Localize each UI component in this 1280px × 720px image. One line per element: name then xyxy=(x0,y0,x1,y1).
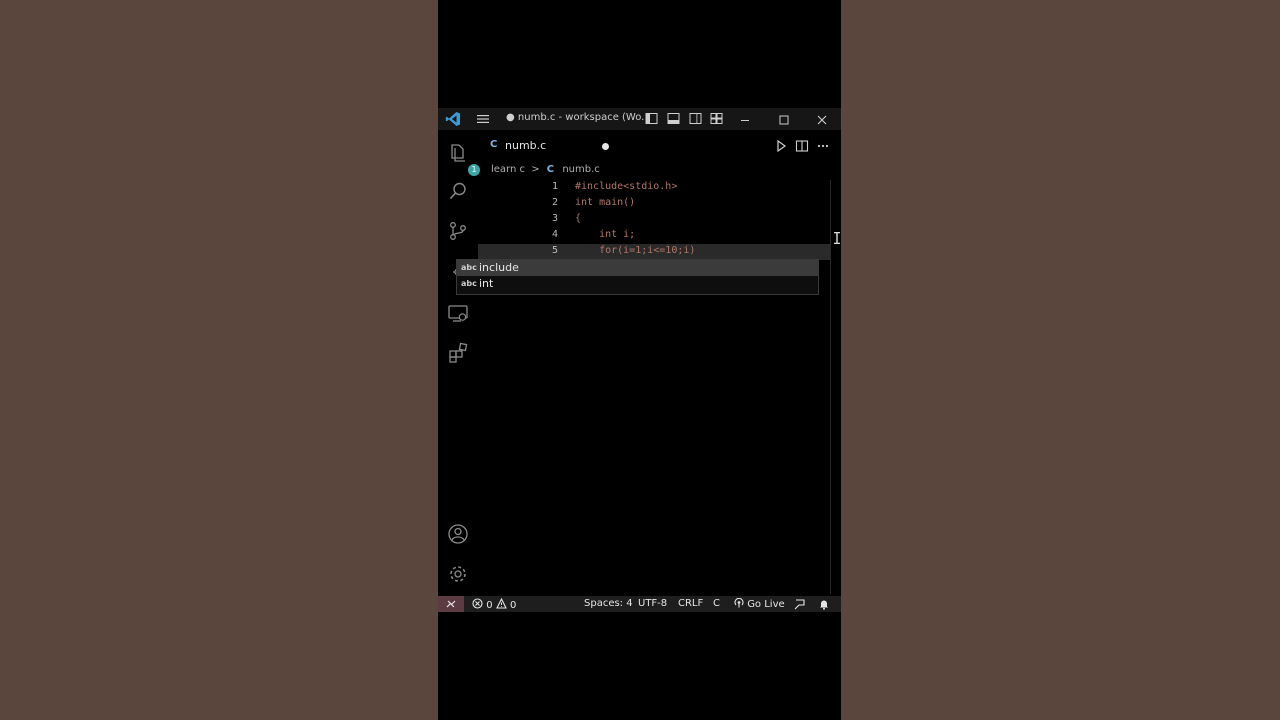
code-line-current: 5 for(i=1;i<=10;i) xyxy=(478,244,830,260)
warning-icon xyxy=(495,597,507,609)
code-text: #include<stdio.h> xyxy=(575,181,678,192)
activity-bar: 1 xyxy=(438,130,480,596)
line-number: 5 xyxy=(551,245,558,256)
go-live-label: Go Live xyxy=(747,599,785,610)
code-line: 3 { xyxy=(478,212,830,228)
extensions-icon[interactable] xyxy=(447,342,469,364)
title-bar: ● numb.c - workspace (Wo... xyxy=(438,108,841,130)
split-editor-icon[interactable] xyxy=(795,139,809,153)
explorer-icon[interactable]: 1 xyxy=(447,142,480,176)
remote-icon xyxy=(446,600,456,608)
suggestion-label: include xyxy=(479,261,519,274)
menu-icon[interactable] xyxy=(476,112,490,126)
suggestion-item[interactable]: abc include xyxy=(457,260,818,276)
language-mode[interactable]: C xyxy=(713,598,720,609)
tab-label: numb.c xyxy=(505,139,547,152)
source-control-icon[interactable] xyxy=(447,220,469,242)
minimize-icon[interactable] xyxy=(730,108,760,130)
line-number: 1 xyxy=(551,181,558,192)
vscode-logo-icon xyxy=(445,112,460,126)
suggestion-label: int xyxy=(479,277,494,290)
breadcrumb: learn c > C numb.c xyxy=(491,164,600,178)
explorer-badge: 1 xyxy=(468,164,480,176)
encoding-indicator[interactable]: UTF-8 xyxy=(638,598,667,609)
feedback-icon[interactable] xyxy=(794,598,806,610)
error-icon xyxy=(472,598,483,609)
manage-gear-icon[interactable] xyxy=(447,563,469,585)
c-file-icon: C xyxy=(490,139,498,150)
customize-layout-icon[interactable] xyxy=(710,112,723,125)
toggle-secondary-sidebar-icon[interactable] xyxy=(689,112,702,125)
vscode-window: ● numb.c - workspace (Wo... 1 C numb.c l… xyxy=(438,0,841,720)
line-number: 4 xyxy=(551,229,558,240)
video-side-background-left xyxy=(0,0,438,720)
warning-count: 0 xyxy=(509,600,517,611)
suggestion-item[interactable]: abc int xyxy=(457,276,818,292)
window-title: ● numb.c - workspace (Wo... xyxy=(506,112,651,123)
search-icon[interactable] xyxy=(447,180,469,202)
breadcrumb-folder[interactable]: learn c xyxy=(491,164,525,175)
indentation-indicator[interactable]: Spaces: 4 xyxy=(584,598,633,609)
code-text: int main() xyxy=(575,197,636,208)
text-kind-icon: abc xyxy=(461,263,477,272)
status-bar: 0 0 Spaces: 4 UTF-8 CRLF C Go Live xyxy=(438,596,841,612)
more-actions-icon[interactable] xyxy=(816,139,830,153)
breadcrumb-c-file-icon: C xyxy=(546,164,555,175)
eol-indicator[interactable]: CRLF xyxy=(678,598,703,609)
line-number: 3 xyxy=(551,213,558,224)
run-file-icon[interactable] xyxy=(774,139,788,153)
code-text: int i; xyxy=(575,229,636,240)
text-kind-icon: abc xyxy=(461,279,477,288)
video-side-background-right xyxy=(841,0,1280,720)
remote-explorer-icon[interactable] xyxy=(447,302,469,324)
go-live-button[interactable]: Go Live xyxy=(734,597,785,610)
unsaved-dot-icon[interactable] xyxy=(602,143,609,150)
problems-indicator[interactable]: 0 0 xyxy=(472,597,517,611)
code-editor[interactable]: 1 #include<stdio.h> 2 int main() 3 { 4 i… xyxy=(478,180,830,596)
broadcast-icon xyxy=(734,597,744,608)
breadcrumb-file[interactable]: numb.c xyxy=(562,164,599,175)
toggle-panel-icon[interactable] xyxy=(667,112,680,125)
editor-tab-bar: C numb.c xyxy=(478,130,841,162)
editor-scrollbar[interactable] xyxy=(830,180,831,594)
code-text: { xyxy=(575,213,582,224)
maximize-icon[interactable] xyxy=(769,108,799,130)
code-line: 2 int main() xyxy=(478,196,830,212)
code-line: 4 int i; xyxy=(478,228,830,244)
remote-indicator[interactable] xyxy=(438,596,464,612)
close-icon[interactable] xyxy=(807,108,837,130)
suggest-widget: abc include abc int xyxy=(456,259,819,295)
breadcrumb-chevron-icon: > xyxy=(531,164,540,175)
error-count: 0 xyxy=(486,600,493,611)
account-icon[interactable] xyxy=(447,523,469,545)
toggle-primary-sidebar-icon[interactable] xyxy=(645,112,658,125)
code-line: 1 #include<stdio.h> xyxy=(478,180,830,196)
text-cursor-icon xyxy=(834,232,840,244)
code-text: for(i=1;i<=10;i) xyxy=(575,245,696,256)
notifications-bell-icon[interactable] xyxy=(818,598,830,610)
line-number: 2 xyxy=(551,197,558,208)
